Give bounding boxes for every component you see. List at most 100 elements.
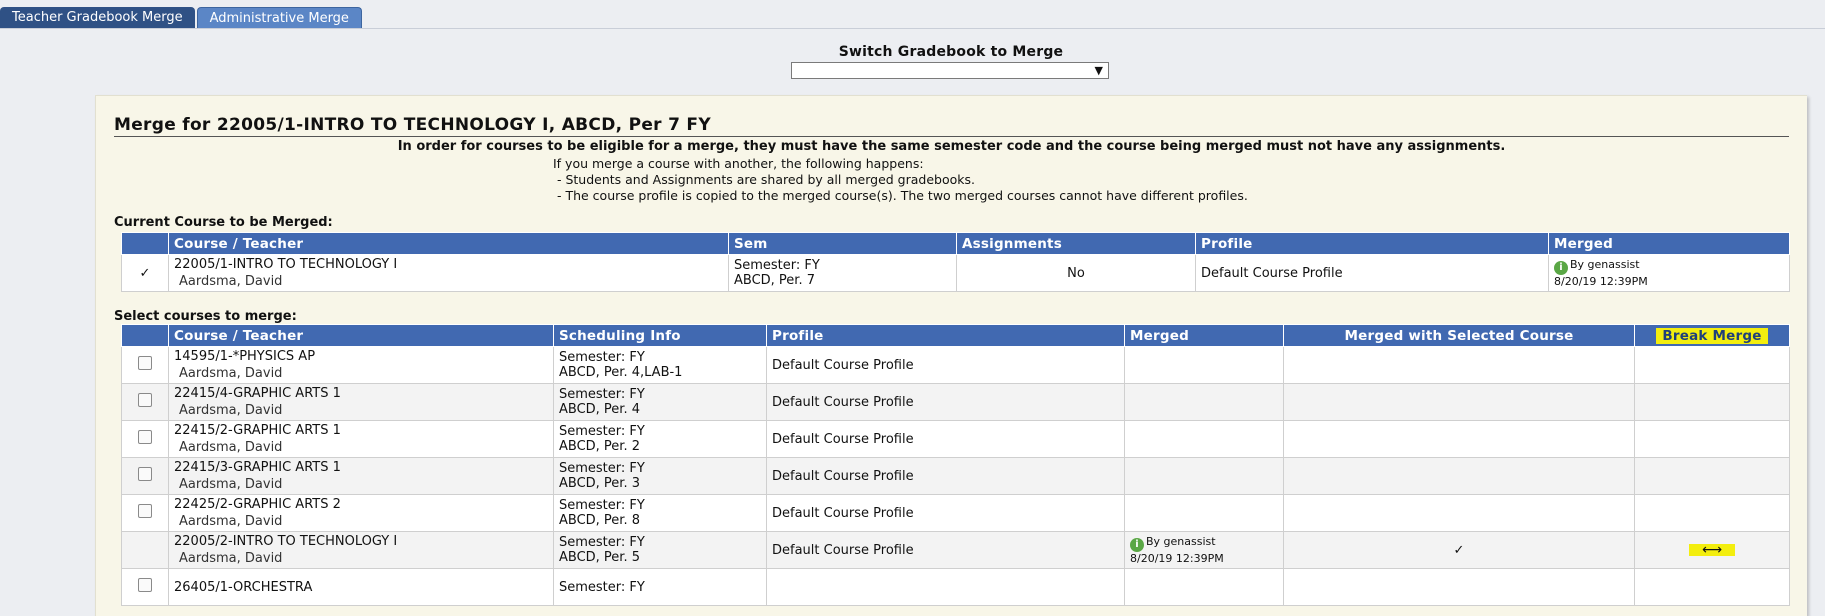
teacher-name: Aardsma, David — [179, 274, 283, 289]
teacher-name: Aardsma, David — [179, 440, 283, 455]
table-header-row: Course / Teacher Sem Assignments Profile… — [121, 232, 1790, 255]
profile-cell: Default Course Profile — [1195, 254, 1549, 292]
switch-gradebook-select[interactable]: ▼ — [791, 62, 1109, 79]
scheduling-line: Semester: FY — [559, 579, 645, 595]
profile-cell: Default Course Profile — [766, 531, 1125, 569]
merge-info-line: - The course profile is copied to the me… — [553, 188, 1248, 203]
scheduling-line: ABCD, Per. 2 — [559, 439, 640, 454]
info-icon[interactable]: i — [1554, 261, 1568, 275]
col-header-select — [121, 324, 169, 347]
course-checkbox[interactable] — [138, 356, 152, 370]
course-name: 22415/3-GRAPHIC ARTS 1 — [174, 460, 341, 475]
course-name: 22425/2-GRAPHIC ARTS 2 — [174, 497, 341, 512]
col-header-course-teacher: Course / Teacher — [168, 324, 554, 347]
break-merge-cell — [1634, 420, 1790, 458]
select-courses-table: Course / Teacher Scheduling Info Profile… — [121, 324, 1790, 606]
table-row: 22415/3-GRAPHIC ARTS 1 Aardsma, David Se… — [121, 457, 1790, 495]
sem-cell: Semester: FY ABCD, Per. 7 — [728, 254, 957, 292]
course-checkbox[interactable] — [138, 430, 152, 444]
break-merge-cell — [1634, 568, 1790, 606]
scheduling-line: Semester: FY — [559, 387, 645, 402]
break-merge-cell — [1634, 457, 1790, 495]
break-merge-cell — [1634, 383, 1790, 421]
page-title: Merge for 22005/1-INTRO TO TECHNOLOGY I,… — [114, 114, 1789, 137]
break-merge-icon[interactable]: ⟷ — [1689, 543, 1735, 557]
profile-cell: Default Course Profile — [766, 457, 1125, 495]
scheduling-cell: Semester: FY ABCD, Per. 5 — [553, 531, 767, 569]
merged-with-selected-cell — [1283, 420, 1635, 458]
profile-cell: Default Course Profile — [766, 420, 1125, 458]
merged-with-selected-cell: ✓ — [1283, 531, 1635, 569]
table-row: 26405/1-ORCHESTRA Semester: FY — [121, 568, 1790, 606]
table-row: 22005/2-INTRO TO TECHNOLOGY I Aardsma, D… — [121, 531, 1790, 569]
scheduling-cell: Semester: FY ABCD, Per. 3 — [553, 457, 767, 495]
course-name: 26405/1-ORCHESTRA — [174, 579, 313, 595]
select-courses-label: Select courses to merge: — [114, 309, 297, 324]
select-cell — [121, 568, 169, 606]
dropdown-arrow-icon: ▼ — [1094, 64, 1103, 77]
merged-date: 8/20/19 12:39PM — [1130, 552, 1224, 565]
scheduling-line: ABCD, Per. 4 — [559, 402, 640, 417]
scheduling-line: Semester: FY — [559, 535, 645, 550]
scheduling-line: Semester: FY — [559, 350, 645, 365]
merged-cell — [1124, 568, 1284, 606]
course-name: 22005/2-INTRO TO TECHNOLOGY I — [174, 534, 398, 549]
select-cell — [121, 346, 169, 384]
merged-with-selected-cell — [1283, 494, 1635, 532]
break-merge-cell — [1634, 346, 1790, 384]
info-icon[interactable]: i — [1130, 538, 1144, 552]
merged-date: 8/20/19 12:39PM — [1554, 275, 1648, 288]
course-teacher-cell: 22425/2-GRAPHIC ARTS 2 Aardsma, David — [168, 494, 554, 532]
course-checkbox[interactable] — [138, 393, 152, 407]
col-header-sem: Sem — [728, 232, 957, 255]
teacher-name: Aardsma, David — [179, 403, 283, 418]
merge-panel: Merge for 22005/1-INTRO TO TECHNOLOGY I,… — [95, 95, 1807, 616]
col-header-merged: Merged — [1124, 324, 1284, 347]
col-header-profile: Profile — [1195, 232, 1549, 255]
course-teacher-cell: 22415/3-GRAPHIC ARTS 1 Aardsma, David — [168, 457, 554, 495]
course-checkbox[interactable] — [138, 467, 152, 481]
sem-line: ABCD, Per. 7 — [734, 273, 815, 288]
tab-teacher-gradebook-merge[interactable]: Teacher Gradebook Merge — [0, 7, 195, 28]
table-row: ✓ 22005/1-INTRO TO TECHNOLOGY I Aardsma,… — [121, 254, 1790, 292]
merged-cell — [1124, 494, 1284, 532]
current-check: ✓ — [121, 254, 169, 292]
tab-divider — [0, 28, 1825, 29]
tab-administrative-merge[interactable]: Administrative Merge — [196, 7, 362, 28]
merged-by: By genassist — [1570, 258, 1640, 271]
col-header-profile: Profile — [766, 324, 1125, 347]
table-row: 14595/1-*PHYSICS AP Aardsma, David Semes… — [121, 346, 1790, 384]
select-cell — [121, 457, 169, 495]
table-header-row: Course / Teacher Scheduling Info Profile… — [121, 324, 1790, 347]
course-checkbox[interactable] — [138, 578, 152, 592]
scheduling-line: Semester: FY — [559, 498, 645, 513]
scheduling-cell: Semester: FY ABCD, Per. 4 — [553, 383, 767, 421]
course-teacher-cell: 22415/4-GRAPHIC ARTS 1 Aardsma, David — [168, 383, 554, 421]
merged-by: By genassist — [1146, 535, 1216, 548]
select-cell — [121, 383, 169, 421]
merged-with-selected-cell — [1283, 568, 1635, 606]
scheduling-cell: Semester: FY ABCD, Per. 8 — [553, 494, 767, 532]
select-cell — [121, 531, 169, 569]
scheduling-cell: Semester: FY ABCD, Per. 2 — [553, 420, 767, 458]
break-merge-cell: ⟷ — [1634, 531, 1790, 569]
col-header-course-teacher: Course / Teacher — [168, 232, 729, 255]
table-row: 22425/2-GRAPHIC ARTS 2 Aardsma, David Se… — [121, 494, 1790, 532]
course-teacher-cell: 26405/1-ORCHESTRA — [168, 568, 554, 606]
course-name: 14595/1-*PHYSICS AP — [174, 349, 316, 364]
course-teacher-cell: 14595/1-*PHYSICS AP Aardsma, David — [168, 346, 554, 384]
course-checkbox[interactable] — [138, 504, 152, 518]
merge-info-line: If you merge a course with another, the … — [553, 156, 924, 171]
merged-cell — [1124, 457, 1284, 495]
profile-cell: Default Course Profile — [766, 494, 1125, 532]
teacher-name: Aardsma, David — [179, 514, 283, 529]
merged-with-selected-cell — [1283, 383, 1635, 421]
col-header-assignments: Assignments — [956, 232, 1196, 255]
course-name: 22005/1-INTRO TO TECHNOLOGY I — [174, 257, 398, 272]
merged-cell: i By genassist 8/20/19 12:39PM — [1124, 531, 1284, 569]
merged-cell — [1124, 383, 1284, 421]
course-name: 22415/4-GRAPHIC ARTS 1 — [174, 386, 341, 401]
merged-cell — [1124, 420, 1284, 458]
scheduling-line: Semester: FY — [559, 424, 645, 439]
scheduling-line: Semester: FY — [559, 461, 645, 476]
